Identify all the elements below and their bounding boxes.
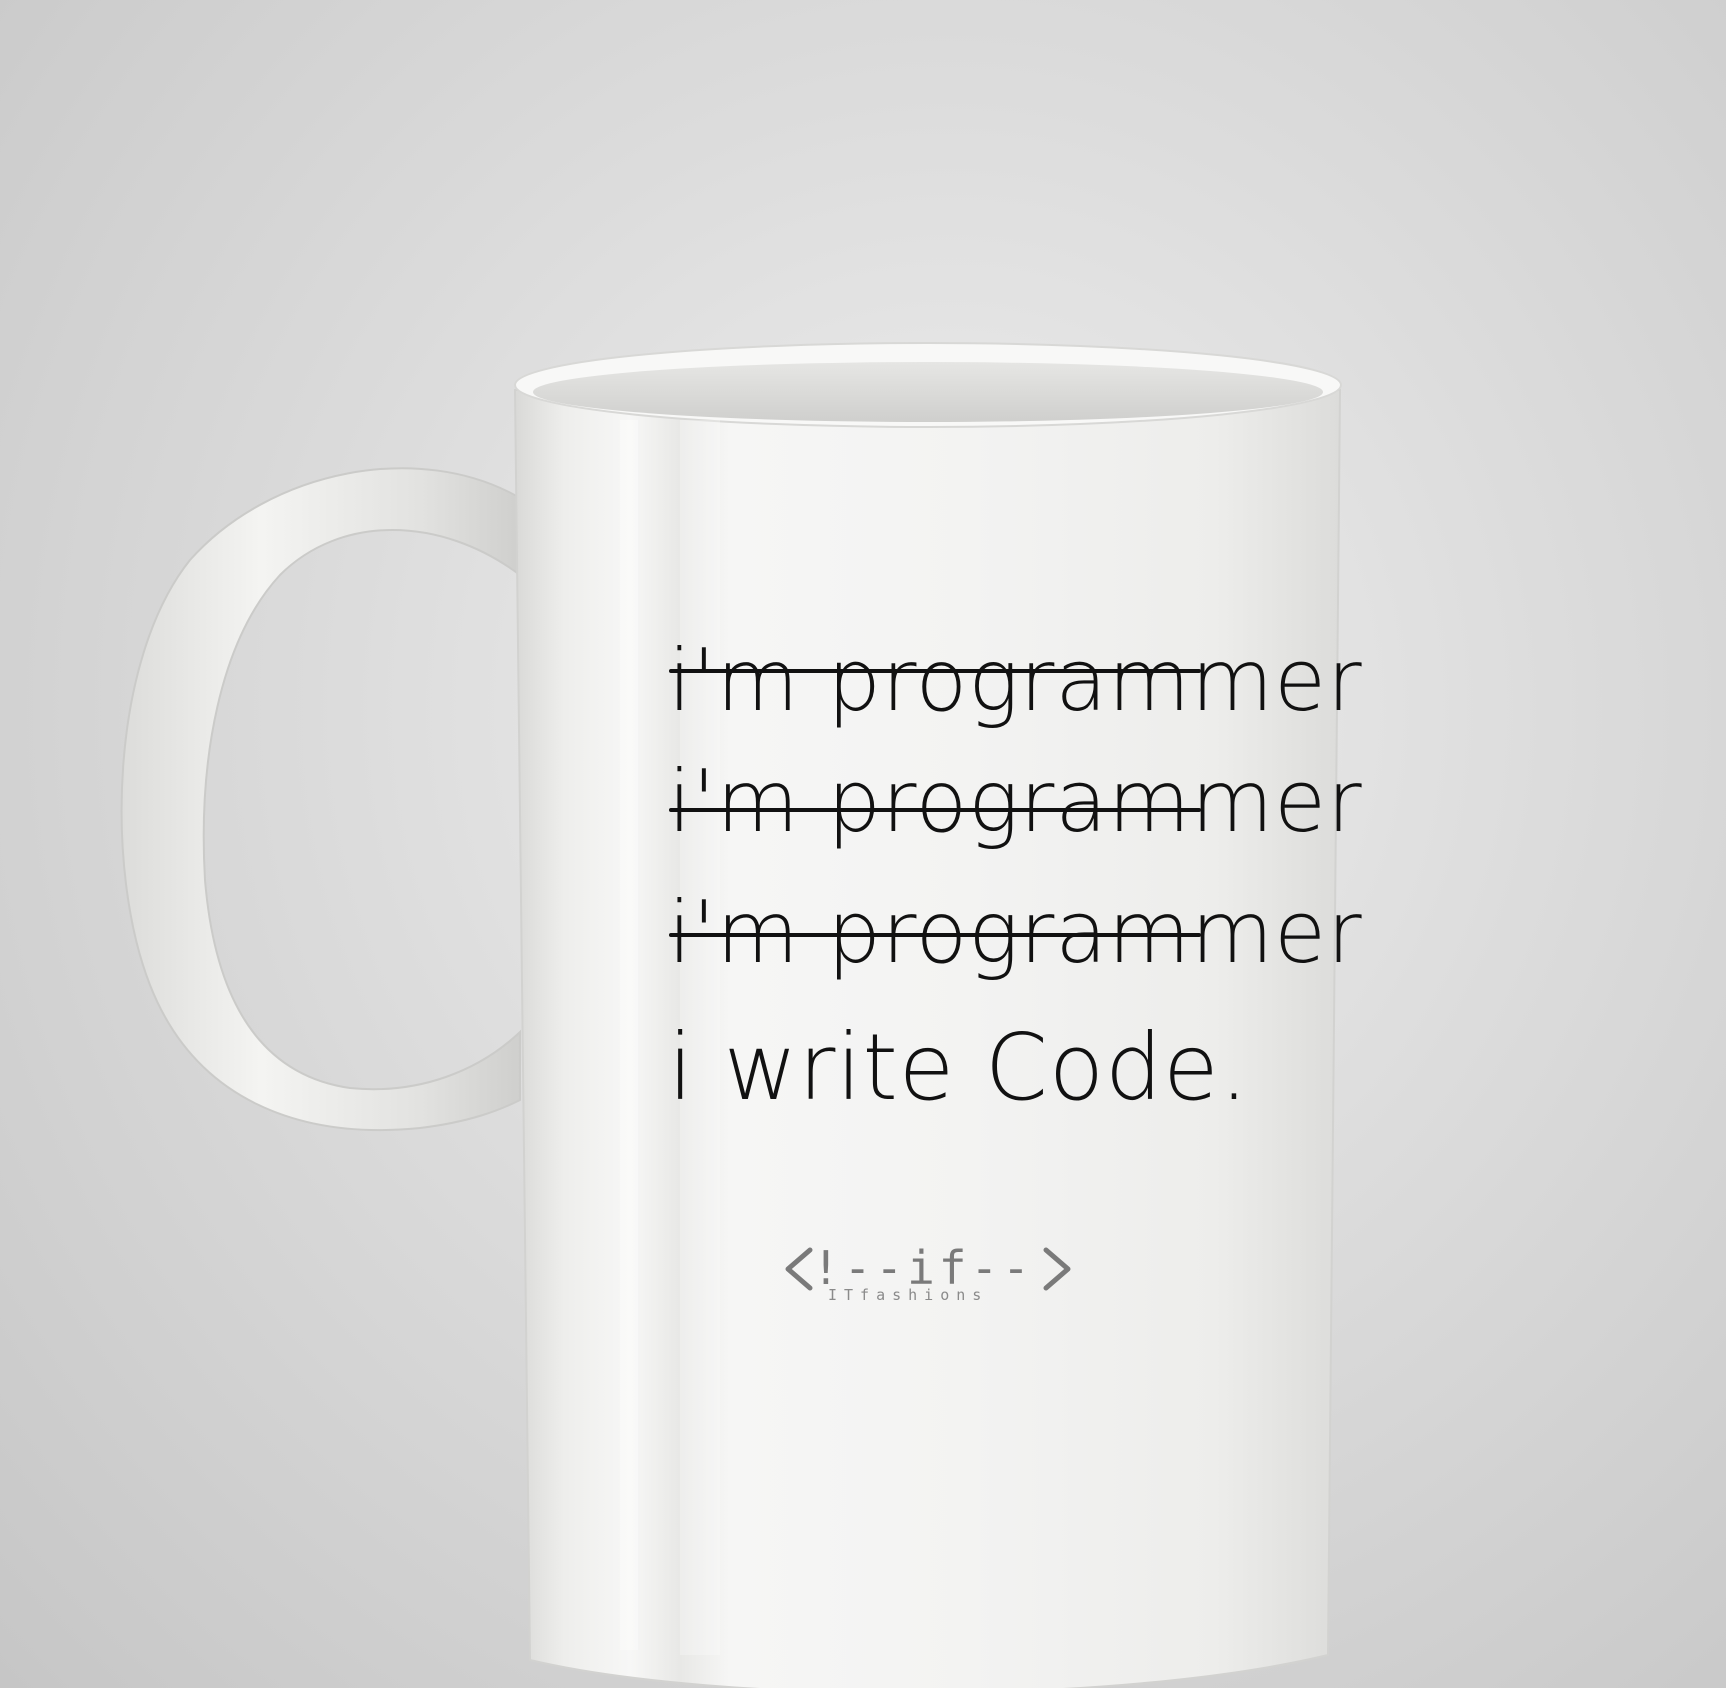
angle-right-icon: [1043, 1247, 1071, 1291]
product-photo: i'm programmer i'm programmer i'm progra…: [0, 0, 1726, 1688]
mug-highlight: [620, 420, 638, 1650]
strikethrough-bar: [669, 933, 1201, 937]
angle-left-icon: [785, 1247, 813, 1291]
struck-line-2: i'm programmer: [668, 752, 1363, 852]
strikethrough-bar: [669, 669, 1201, 673]
mug-interior: [533, 362, 1323, 422]
strikethrough-bar: [669, 808, 1201, 812]
mug-handle: [120, 467, 521, 1132]
logo-tagline: ITfashions: [828, 1286, 989, 1304]
brand-logo: !--if-- ITfashions: [784, 1242, 1084, 1312]
struck-line-1: i'm programmer: [668, 631, 1363, 731]
final-line: i write Code.: [668, 1014, 1250, 1121]
